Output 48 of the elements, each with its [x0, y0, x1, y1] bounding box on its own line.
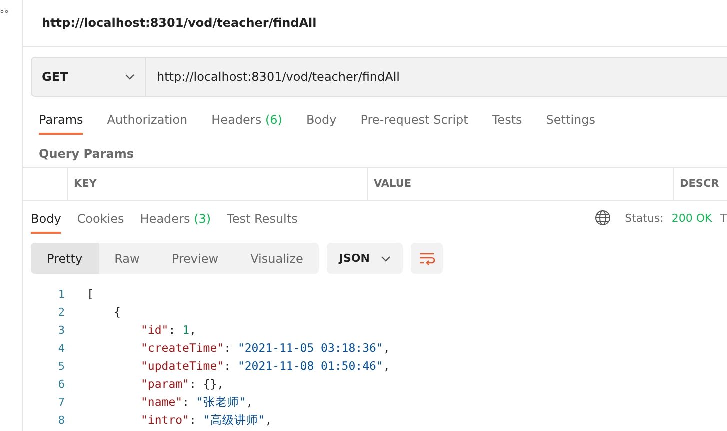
code-line: "createTime": "2021-11-05 03:18:36",	[140, 341, 390, 355]
view-mode-tab[interactable]: Visualize	[234, 243, 320, 274]
code-line: "id": 1,	[140, 323, 196, 337]
wrap-lines-button[interactable]	[411, 243, 444, 274]
view-mode-tab[interactable]: Raw	[98, 243, 156, 274]
request-title: http://localhost:8301/vod/teacher/findAll	[42, 16, 317, 30]
view-mode-tab[interactable]: Preview	[156, 243, 235, 274]
request-tab[interactable]: Tests	[492, 113, 522, 135]
code-line: "intro": "高级讲师",	[140, 412, 272, 428]
response-tab[interactable]: Test Results	[227, 212, 298, 234]
column-header: VALUE	[368, 168, 674, 200]
response-tab[interactable]: Headers (3)	[140, 212, 212, 234]
code-line: "updateTime": "2021-11-08 01:50:46",	[140, 359, 390, 373]
url-input[interactable]: http://localhost:8301/vod/teacher/findAll	[146, 58, 727, 96]
globe-icon[interactable]	[595, 210, 612, 226]
line-number: 5	[57, 360, 65, 372]
request-tab[interactable]: Settings	[546, 113, 596, 135]
truncated-label: T	[720, 212, 727, 224]
line-number: 1	[57, 288, 65, 300]
status-value: 200 OK	[672, 212, 712, 224]
wrap-lines-icon	[419, 252, 436, 266]
request-tab[interactable]: Body	[306, 113, 337, 135]
request-tab[interactable]: Pre-request Script	[360, 113, 468, 135]
column-header: KEY	[68, 168, 368, 200]
column-header: DESCR	[679, 177, 720, 192]
sidebar-icon[interactable]: °°	[0, 10, 9, 20]
line-number: 8	[57, 414, 65, 426]
request-tab[interactable]: Authorization	[107, 113, 188, 135]
view-mode-tab[interactable]: Pretty	[31, 243, 99, 274]
line-number: 4	[57, 342, 65, 354]
chevron-down-icon	[381, 256, 392, 262]
code-line: "param": {},	[140, 377, 224, 391]
code-line: {	[113, 305, 121, 319]
status-label: Status:	[625, 212, 664, 224]
response-tab[interactable]: Body	[31, 212, 62, 234]
line-number: 2	[57, 306, 65, 318]
chevron-down-icon	[125, 74, 135, 80]
request-tab[interactable]: Params	[39, 113, 84, 135]
method-dropdown[interactable]: GET	[31, 57, 146, 97]
line-number: 3	[57, 324, 65, 336]
request-tab[interactable]: Headers (6)	[212, 113, 282, 135]
line-number: 7	[57, 396, 65, 408]
line-number: 6	[57, 378, 65, 390]
code-line: "name": "张老师",	[140, 394, 254, 410]
format-dropdown[interactable]: JSON	[327, 243, 404, 274]
query-params-label: Query Params	[39, 147, 136, 161]
code-line: [	[87, 287, 94, 301]
response-tab[interactable]: Cookies	[77, 212, 124, 234]
